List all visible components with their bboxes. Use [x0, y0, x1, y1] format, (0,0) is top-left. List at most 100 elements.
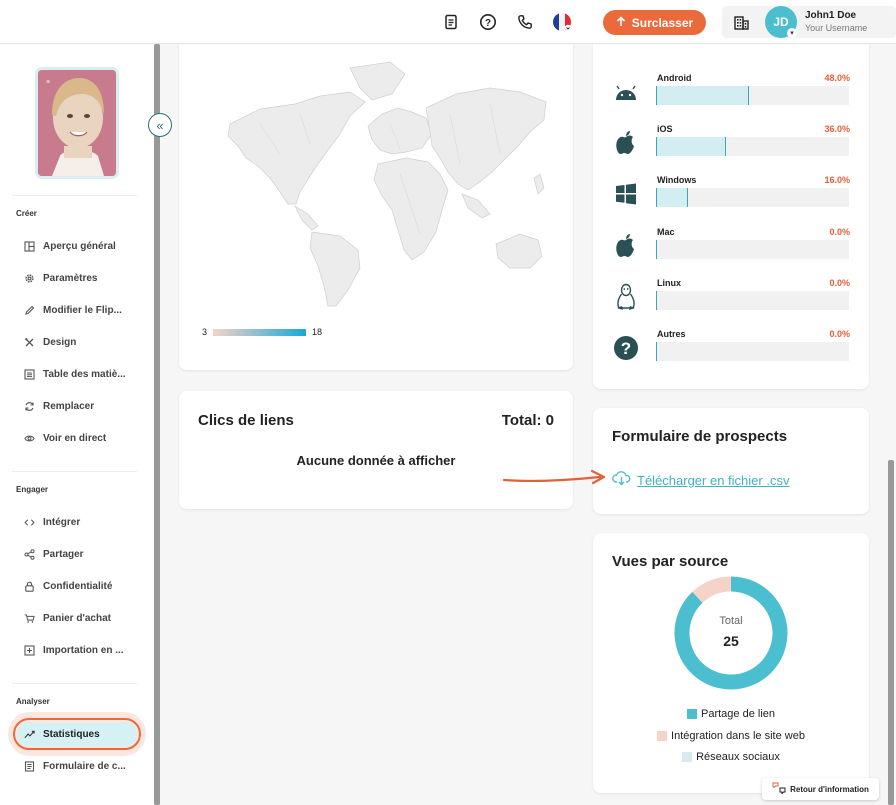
os-row: iOS 36.0% [593, 124, 869, 174]
top-bar: ? Surclasser JD ▾ John1 Doe Your Usernam… [0, 0, 896, 44]
cart-icon [24, 613, 35, 624]
tools-icon [24, 337, 35, 348]
sidebar-item-label: Design [43, 336, 77, 348]
sidebar-item-importation[interactable]: Importation en ... [24, 641, 144, 659]
lead-form-card: Formulaire de prospects Télécharger en f… [593, 408, 869, 514]
map-legend-min: 3 [202, 327, 208, 337]
download-csv-label: Télécharger en fichier .csv [637, 473, 790, 488]
os-progress-bar [656, 291, 849, 310]
donut-total-value: 25 [723, 633, 739, 649]
sidebar-item-label: Intégrer [43, 516, 81, 528]
form-icon [24, 760, 35, 772]
sidebar-divider [12, 195, 137, 196]
document-icon[interactable] [441, 12, 461, 32]
section-title-engager: Engager [16, 485, 49, 494]
os-progress-fill [657, 86, 750, 105]
sidebar-item-label: Table des matiè... [43, 368, 126, 380]
feedback-button[interactable]: Retour d'information [762, 778, 879, 800]
donut-total-label: Total [719, 615, 743, 627]
section-title-creer: Créer [16, 209, 37, 218]
os-row: Mac 0.0% [593, 227, 869, 277]
linux-icon [612, 283, 640, 311]
legend-item: Intégration dans le site web [593, 730, 869, 742]
upgrade-button[interactable]: Surclasser [603, 10, 706, 35]
sidebar-item-partager[interactable]: Partager [24, 545, 144, 563]
legend-label: Intégration dans le site web [671, 730, 805, 742]
share-icon [24, 548, 35, 560]
help-icon[interactable]: ? [478, 12, 498, 32]
os-percentage: 16.0% [824, 175, 850, 185]
collapse-sidebar-button[interactable]: « [148, 113, 172, 137]
legend-item: Réseaux sociaux [593, 751, 869, 763]
sidebar-scrollbar[interactable] [154, 44, 160, 805]
user-name: John1 Doe [805, 10, 857, 21]
apple-icon [612, 232, 640, 260]
os-name: Mac [657, 227, 675, 237]
os-percentage: 48.0% [824, 73, 850, 83]
os-percentage: 0.0% [829, 278, 850, 288]
os-progress-bar [656, 137, 849, 156]
sidebar-item-design[interactable]: Design [24, 333, 144, 351]
views-by-source-card: Vues par source Total 25 Partage de lien… [593, 533, 869, 793]
sidebar-item-parametres[interactable]: Paramètres [24, 269, 144, 287]
sidebar-item-table-matieres[interactable]: Table des matiè... [24, 365, 144, 383]
os-progress-bar [656, 342, 849, 361]
french-flag-icon[interactable] [552, 12, 572, 32]
world-map[interactable] [200, 54, 556, 310]
os-progress-fill [657, 137, 727, 156]
os-name: Autres [657, 329, 686, 339]
lead-form-title: Formulaire de prospects [612, 428, 788, 445]
sidebar-item-confidentialite[interactable]: Confidentialité [24, 577, 144, 595]
os-percentage: 36.0% [824, 124, 850, 134]
legend-item: Partage de lien [593, 708, 869, 720]
sidebar-item-label: Voir en direct [43, 432, 107, 444]
legend-label: Partage de lien [701, 708, 775, 720]
os-progress-bar [656, 86, 849, 105]
svg-text:?: ? [621, 339, 631, 358]
sidebar-divider [12, 683, 137, 684]
cloud-download-icon [612, 470, 631, 491]
os-name: Windows [657, 175, 697, 185]
svg-text:?: ? [485, 18, 491, 29]
sidebar-item-modifier[interactable]: Modifier le Flip... [24, 301, 144, 319]
sidebar-item-integrer[interactable]: Intégrer [24, 513, 144, 531]
sidebar-item-statistiques[interactable]: Statistiques [24, 725, 144, 743]
sidebar-item-label: Panier d'achat [43, 612, 111, 624]
pencil-icon [24, 305, 35, 316]
link-clicks-total: Total: 0 [501, 412, 554, 429]
map-legend-scale [213, 329, 306, 336]
views-by-source-title: Vues par source [612, 553, 729, 570]
legend-label: Réseaux sociaux [696, 751, 780, 763]
sidebar-item-label: Aperçu général [43, 240, 116, 252]
sidebar-item-remplacer[interactable]: Remplacer [24, 397, 144, 415]
building-icon[interactable] [731, 12, 751, 32]
chevron-down-icon: ▾ [787, 28, 797, 38]
sidebar-item-voir-direct[interactable]: Voir en direct [24, 429, 144, 447]
windows-icon [612, 180, 640, 208]
code-icon [24, 517, 35, 528]
sidebar-item-apercu[interactable]: Aperçu général [24, 237, 144, 255]
sidebar-item-formulaire[interactable]: Formulaire de c... [24, 757, 144, 775]
os-progress-fill [657, 188, 688, 207]
os-row: ? Autres 0.0% [593, 329, 869, 379]
os-row: Windows 16.0% [593, 175, 869, 225]
sidebar-item-label: Remplacer [43, 400, 95, 412]
os-name: iOS [657, 124, 673, 134]
main-scrollbar[interactable] [888, 460, 894, 805]
sidebar-item-label: Formulaire de c... [43, 760, 126, 772]
import-icon [24, 644, 35, 656]
question-icon: ? [612, 334, 640, 362]
os-percentage: 0.0% [829, 329, 850, 339]
sidebar-item-label: Importation en ... [43, 644, 124, 656]
feedback-label: Retour d'information [790, 784, 869, 794]
sidebar-item-label: Partager [43, 548, 84, 560]
list-icon [24, 368, 35, 380]
link-clicks-card: Clics de liens Total: 0 Aucune donnée à … [179, 391, 573, 509]
android-icon [612, 78, 640, 106]
flipbook-thumbnail[interactable]: ≋ [38, 70, 116, 176]
world-map-card: 3 18 [179, 44, 573, 370]
download-csv-link[interactable]: Télécharger en fichier .csv [612, 470, 789, 491]
sidebar-item-label: Modifier le Flip... [43, 304, 122, 316]
sidebar-item-panier[interactable]: Panier d'achat [24, 609, 144, 627]
phone-icon[interactable] [515, 12, 535, 32]
